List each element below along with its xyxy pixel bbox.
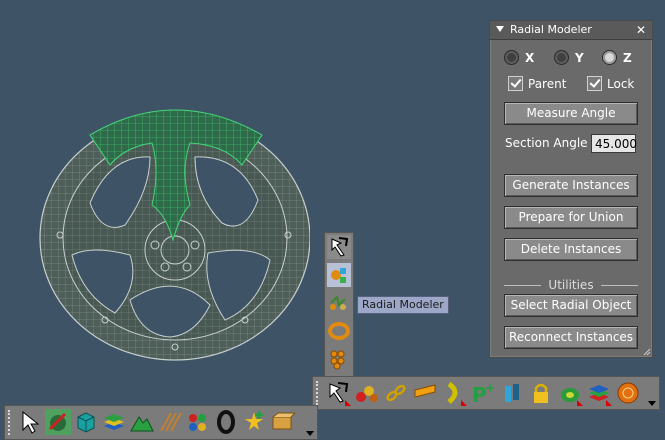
torus-array-icon[interactable] — [327, 319, 351, 343]
wheel-wireframe-model[interactable] — [30, 95, 310, 365]
prepare-for-union-button[interactable]: Prepare for Union — [504, 206, 638, 229]
collapse-triangle-icon[interactable] — [496, 26, 504, 32]
3d-viewport[interactable]: Radial Modeler ✕ X Y Z Parent Lock Measu… — [0, 0, 665, 440]
cube-icon[interactable] — [73, 409, 99, 435]
array-tool-icon[interactable] — [327, 291, 351, 315]
generate-instances-button[interactable]: Generate Instances — [504, 174, 638, 197]
axis-radio-group: X Y Z — [504, 50, 644, 66]
delete-instances-button[interactable]: Delete Instances — [504, 238, 638, 261]
parallel-lines-icon[interactable] — [157, 409, 183, 435]
parent-checkbox[interactable]: Parent — [508, 76, 566, 91]
ring-icon[interactable] — [557, 380, 583, 406]
layers-stack-icon[interactable] — [101, 409, 127, 435]
utilities-separator: Utilities — [504, 278, 638, 292]
close-icon[interactable]: ✕ — [636, 21, 646, 39]
text-extrude-icon[interactable] — [412, 380, 438, 406]
select-arrow-icon[interactable] — [17, 409, 43, 435]
panel-titlebar[interactable]: Radial Modeler ✕ — [490, 21, 652, 40]
star-plus-icon[interactable] — [241, 409, 267, 435]
extrude-icon[interactable] — [499, 380, 525, 406]
orange-sphere-icon[interactable] — [615, 380, 641, 406]
point-plus-icon[interactable]: P+ — [470, 380, 496, 406]
axis-z-radio[interactable]: Z — [602, 50, 632, 65]
vertical-flyout-toolbar — [324, 232, 354, 378]
toolbar-grip[interactable] — [316, 381, 323, 405]
radio-icon — [554, 50, 569, 65]
box-texture-icon[interactable] — [269, 409, 295, 435]
lock-checkbox[interactable]: Lock — [587, 76, 634, 91]
radio-icon — [504, 50, 519, 65]
panel-title: Radial Modeler — [510, 23, 592, 36]
axis-x-radio[interactable]: X — [504, 50, 534, 65]
checkbox-checked-icon — [587, 76, 602, 91]
toolbar-dropdown-icon[interactable] — [648, 401, 656, 406]
bottom-left-toolbar — [4, 405, 318, 440]
section-angle-input[interactable]: 45.000 — [591, 134, 637, 153]
section-angle-label: Section Angle — [505, 136, 588, 150]
resize-grip-icon[interactable] — [643, 348, 651, 356]
chain-icon[interactable] — [383, 380, 409, 406]
checkbox-checked-icon — [508, 76, 523, 91]
separator-line — [601, 285, 638, 286]
axis-y-radio[interactable]: Y — [554, 50, 584, 65]
curve-path-icon[interactable] — [441, 380, 467, 406]
terrain-icon[interactable] — [129, 409, 155, 435]
radial-modeler-tooltip: Radial Modeler — [357, 296, 449, 314]
measure-angle-button[interactable]: Measure Angle — [504, 102, 638, 125]
curve-cursor-icon[interactable] — [325, 380, 351, 406]
toolbar-dropdown-icon[interactable] — [306, 431, 314, 436]
radial-modeler-tool-icon[interactable] — [327, 263, 351, 287]
radio-selected-icon — [602, 50, 617, 65]
torus-icon[interactable] — [213, 409, 239, 435]
spheres-icon[interactable] — [354, 380, 380, 406]
layers-icon[interactable] — [586, 380, 612, 406]
paint-icon[interactable] — [45, 409, 71, 435]
toolbar-grip[interactable] — [8, 410, 15, 435]
reconnect-instances-button[interactable]: Reconnect Instances — [504, 326, 638, 349]
select-radial-object-button[interactable]: Select Radial Object — [504, 294, 638, 317]
bottom-right-toolbar: P + — [312, 376, 660, 410]
radial-modeler-cursor-icon[interactable] — [327, 235, 351, 259]
svg-text:+: + — [485, 381, 495, 395]
dots-icon[interactable] — [185, 409, 211, 435]
lock-icon[interactable] — [528, 380, 554, 406]
radial-modeler-panel: Radial Modeler ✕ X Y Z Parent Lock Measu… — [489, 20, 653, 358]
grid-array-icon[interactable] — [327, 347, 351, 371]
